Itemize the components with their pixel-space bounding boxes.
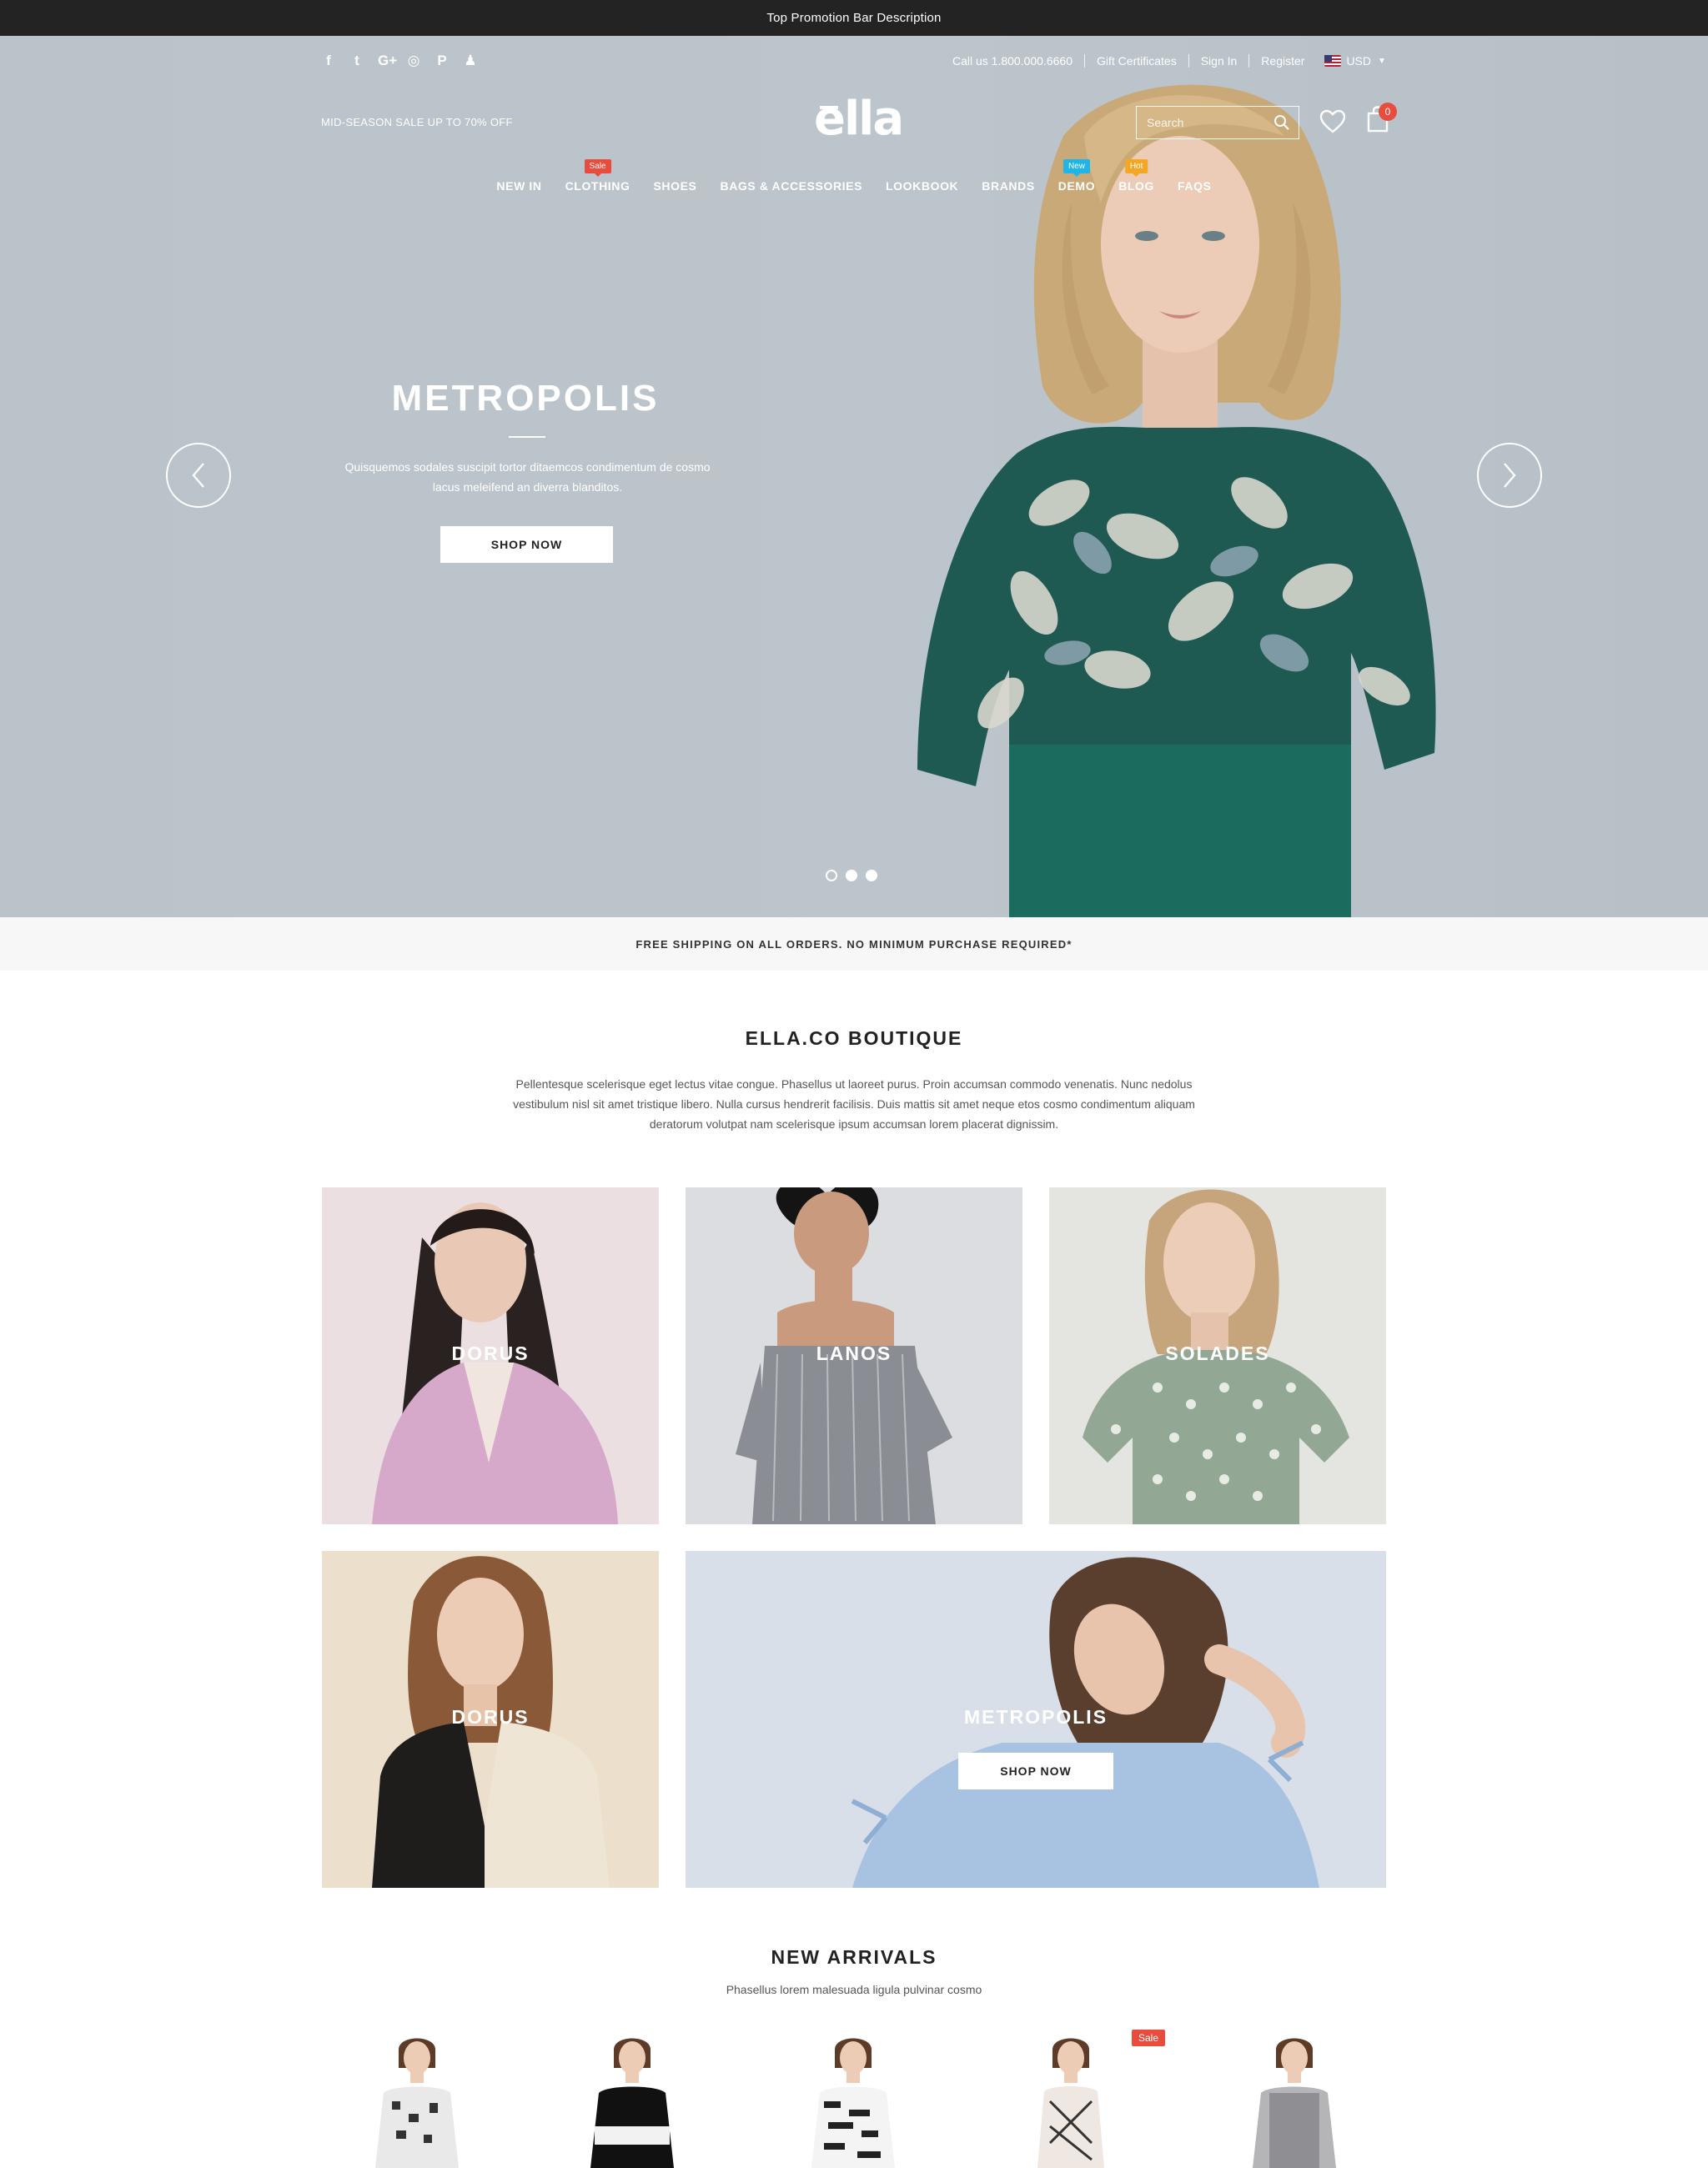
slider-dot[interactable]: [826, 870, 837, 881]
nav-item-faqs[interactable]: FAQS: [1178, 179, 1212, 193]
search-box: [1136, 106, 1299, 139]
boutique-title: ELLA.CO BOUTIQUE: [745, 1027, 963, 1049]
new-arrivals-subtitle: Phasellus lorem malesuada ligula pulvina…: [726, 1983, 982, 1996]
tile-label: METROPOLIS: [963, 1706, 1108, 1728]
sign-in-link[interactable]: Sign In: [1201, 54, 1238, 68]
nav-item-blog[interactable]: Hot BLOG: [1118, 159, 1155, 193]
logo-accent: [820, 106, 838, 109]
google-plus-icon[interactable]: G+: [378, 53, 397, 69]
collection-tile-metropolis[interactable]: METROPOLIS SHOP NOW: [686, 1551, 1386, 1888]
cart-count-badge: 0: [1379, 103, 1397, 121]
nav-item-bags-accessories[interactable]: BAGS & ACCESSORIES: [721, 179, 863, 193]
hero-title: METROPOLIS: [391, 378, 660, 419]
product-image[interactable]: [1012, 2035, 1129, 2168]
social-links: f t G+ ◎ P ♟: [321, 53, 478, 69]
nav-label: SHOES: [653, 179, 697, 193]
nav-item-shoes[interactable]: SHOES: [653, 179, 696, 193]
us-flag-icon: [1324, 55, 1342, 67]
product-image[interactable]: [795, 2035, 912, 2168]
hero-slider: f t G+ ◎ P ♟ Call us 1.800.000.6660 Gift…: [0, 36, 1708, 917]
logo[interactable]: ella: [814, 96, 904, 143]
call-us-link[interactable]: Call us 1.800.000.6660: [952, 54, 1073, 68]
promo-bar: Top Promotion Bar Description: [0, 0, 1708, 36]
divider: [1084, 54, 1085, 68]
currency-label: USD: [1346, 54, 1371, 68]
instagram-icon[interactable]: ◎: [406, 53, 421, 69]
nav-new-badge: New: [1062, 159, 1090, 177]
slider-dot[interactable]: [846, 870, 857, 881]
nav-item-demo[interactable]: New DEMO: [1057, 159, 1096, 193]
nav-label: NEW IN: [496, 179, 542, 193]
tile-label: DORUS: [451, 1342, 530, 1364]
search-input[interactable]: [1147, 116, 1263, 129]
product-image[interactable]: [359, 2035, 475, 2168]
hero-shop-now-button[interactable]: SHOP NOW: [440, 526, 613, 563]
tile-label: DORUS: [451, 1706, 530, 1728]
shipping-text: FREE SHIPPING ON ALL ORDERS. NO MINIMUM …: [635, 937, 1073, 951]
gift-certificates-link[interactable]: Gift Certificates: [1097, 54, 1177, 68]
main-nav: NEW IN Sale CLOTHING SHOES BAGS & ACCESS…: [0, 159, 1708, 193]
wishlist-heart-icon[interactable]: [1319, 109, 1346, 134]
register-link[interactable]: Register: [1261, 54, 1304, 68]
divider: [1188, 54, 1189, 68]
divider: [1248, 54, 1250, 68]
nav-hot-badge: Hot: [1124, 159, 1148, 177]
boutique-description: Pellentesque scelerisque eget lectus vit…: [513, 1077, 1195, 1131]
collection-tile-dorus[interactable]: DORUS: [322, 1187, 659, 1524]
hero-subtitle: Quisquemos sodales suscipit tortor ditae…: [344, 460, 711, 494]
currency-selector[interactable]: USD ▼: [1324, 54, 1386, 68]
slider-dot[interactable]: [866, 870, 877, 881]
nav-label: DEMO: [1057, 179, 1096, 193]
nav-item-lookbook[interactable]: LOOKBOOK: [886, 179, 958, 193]
search-icon[interactable]: [1273, 114, 1290, 131]
nav-label: BLOG: [1118, 179, 1155, 193]
slider-dots: [826, 870, 877, 881]
product-sale-badge: Sale: [1132, 2030, 1166, 2046]
hero-divider: [509, 436, 545, 438]
snapchat-icon[interactable]: ♟: [463, 53, 478, 69]
nav-label: LOOKBOOK: [886, 179, 959, 193]
nav-label: BAGS & ACCESSORIES: [720, 179, 863, 193]
collection-tile-solades[interactable]: SOLADES: [1049, 1187, 1386, 1524]
twitter-icon[interactable]: t: [349, 53, 364, 69]
nav-item-new-in[interactable]: NEW IN: [496, 179, 541, 193]
nav-label: FAQS: [1178, 179, 1212, 193]
nav-label: BRANDS: [982, 179, 1035, 193]
hero-model-image: [917, 84, 1436, 917]
chevron-left-icon: [192, 463, 204, 488]
tile-label: SOLADES: [1165, 1342, 1270, 1364]
collection-tile-dorus-2[interactable]: DORUS: [322, 1551, 659, 1888]
pinterest-icon[interactable]: P: [435, 53, 450, 69]
new-arrivals-title: NEW ARRIVALS: [771, 1946, 937, 1968]
product-image[interactable]: [574, 2035, 691, 2168]
promo-text: Top Promotion Bar Description: [766, 11, 942, 25]
nav-sale-badge: Sale: [584, 159, 611, 177]
nav-label: CLOTHING: [565, 179, 630, 193]
shipping-banner: FREE SHIPPING ON ALL ORDERS. NO MINIMUM …: [0, 917, 1708, 971]
nav-item-clothing[interactable]: Sale CLOTHING: [565, 159, 630, 193]
slider-prev-button[interactable]: [166, 443, 231, 508]
product-image[interactable]: [1236, 2035, 1353, 2168]
facebook-icon[interactable]: f: [321, 53, 336, 69]
tile-label: LANOS: [816, 1342, 892, 1364]
chevron-right-icon: [1504, 463, 1516, 488]
slider-next-button[interactable]: [1477, 443, 1542, 508]
nav-item-brands[interactable]: BRANDS: [982, 179, 1035, 193]
top-links: Call us 1.800.000.6660 Gift Certificates…: [952, 54, 1386, 68]
tile-shop-now-button[interactable]: SHOP NOW: [958, 1753, 1113, 1789]
chevron-down-icon: ▼: [1378, 56, 1386, 66]
collection-tile-lanos[interactable]: LANOS: [686, 1187, 1022, 1524]
sale-note: MID-SEASON SALE UP TO 70% OFF: [321, 116, 513, 128]
